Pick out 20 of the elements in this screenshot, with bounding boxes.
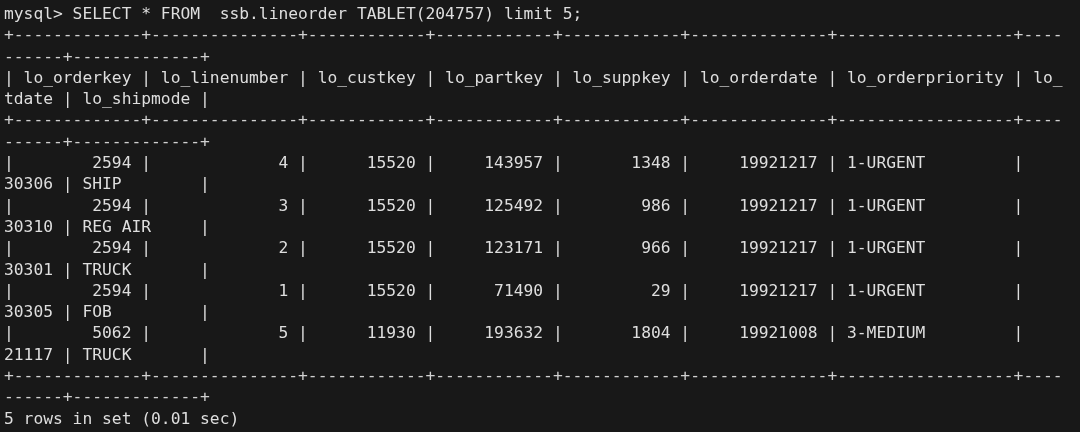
table-row: | 2594 | 3 | 15520 | 125492 | 986 | 19921217 | 1-URGENT | (4, 194, 1024, 216)
table-header-row: tdate | lo_shipmode | (4, 88, 210, 110)
table-row: 30305 | FOB | (4, 301, 210, 323)
table-row: 21117 | TRUCK | (4, 343, 210, 366)
table-border: ------+-------------+ (4, 130, 210, 153)
command-line: mysql> SELECT * FROM ssb.lineorder TABLET(204757) limit 5; (4, 3, 583, 25)
table-row: 30301 | TRUCK | (4, 258, 210, 280)
table-row: | 2594 | 1 | 15520 | 71490 | 29 | 19921217 | 1-URGENT | (4, 279, 1024, 302)
table-row: | 2594 | 2 | 15520 | 123171 | 966 | 19921217 | 1-URGENT | (4, 237, 1024, 259)
table-header-row: | lo_orderkey | lo_linenumber | lo_custkey | lo_partkey | lo_suppkey | lo_orderdate | lo_orderpriority | lo_ (4, 66, 1063, 89)
table-border: +-------------+---------------+------------+------------+------------+--------------+------------------+---- (4, 24, 1063, 46)
table-row: 30306 | SHIP | (4, 173, 210, 195)
table-border: +-------------+---------------+------------+------------+------------+--------------+------------------+---- (4, 109, 1063, 131)
table-row: | 5062 | 5 | 11930 | 193632 | 1804 | 19921008 | 3-MEDIUM | (4, 322, 1024, 344)
table-row: 30310 | REG AIR | (4, 215, 210, 238)
table-border: ------+-------------+ (4, 45, 210, 67)
result-summary: 5 rows in set (0.01 sec) (4, 407, 240, 429)
table-row: | 2594 | 4 | 15520 | 143957 | 1348 | 19921217 | 1-URGENT | (4, 152, 1024, 174)
table-border: +-------------+---------------+------------+------------+------------+--------------+------------------+---- (4, 365, 1063, 387)
table-border: ------+-------------+ (4, 386, 210, 408)
